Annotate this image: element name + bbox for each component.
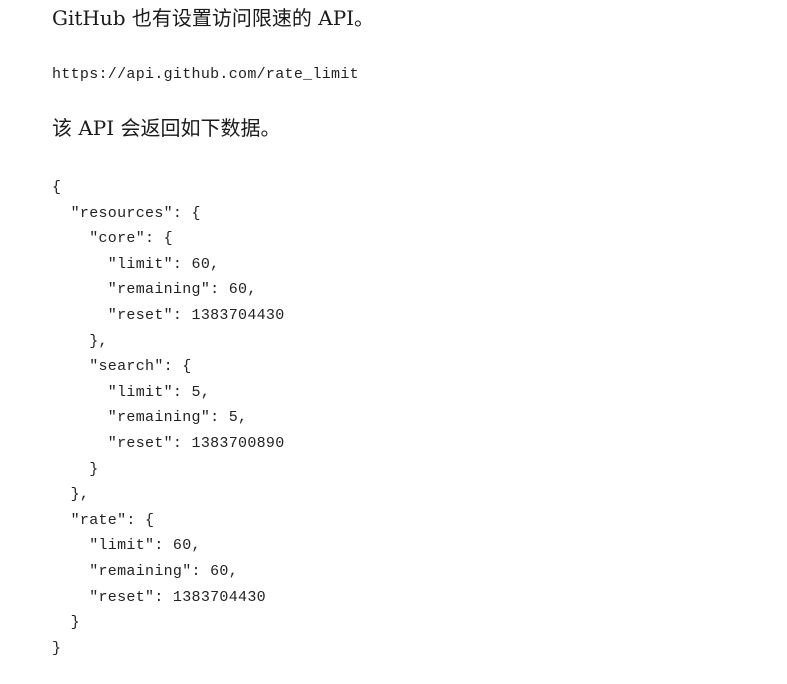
code-line: "limit": 5, [52,383,211,401]
code-line: "reset": 1383700890 [52,434,285,452]
json-code-block: { "resources": { "core": { "limit": 60, … [52,175,285,661]
code-line: { [52,179,62,196]
code-line: "remaining": 5, [52,409,248,427]
code-line: "resources": { [52,204,201,222]
code-line: }, [52,486,90,504]
intro-paragraph: GitHub 也有设置访问限速的 API。 [52,6,375,30]
return-data-paragraph: 该 API 会返回如下数据。 [52,116,281,140]
code-line: "search": { [52,358,192,376]
code-line: "reset": 1383704430 [52,306,285,324]
code-line: "limit": 60, [52,537,201,555]
code-line: "remaining": 60, [52,281,257,299]
code-line: } [52,614,80,632]
code-line: "remaining": 60, [52,562,239,580]
code-line: "core": { [52,230,173,248]
code-line: "rate": { [52,511,155,529]
code-line: } [52,460,99,478]
code-line: "reset": 1383704430 [52,588,266,606]
api-url-code: https://api.github.com/rate_limit [52,66,359,83]
code-line: "limit": 60, [52,255,220,273]
document-page: GitHub 也有设置访问限速的 API。 https://api.github… [0,0,787,684]
code-line: } [52,639,62,657]
code-line: }, [52,332,108,350]
